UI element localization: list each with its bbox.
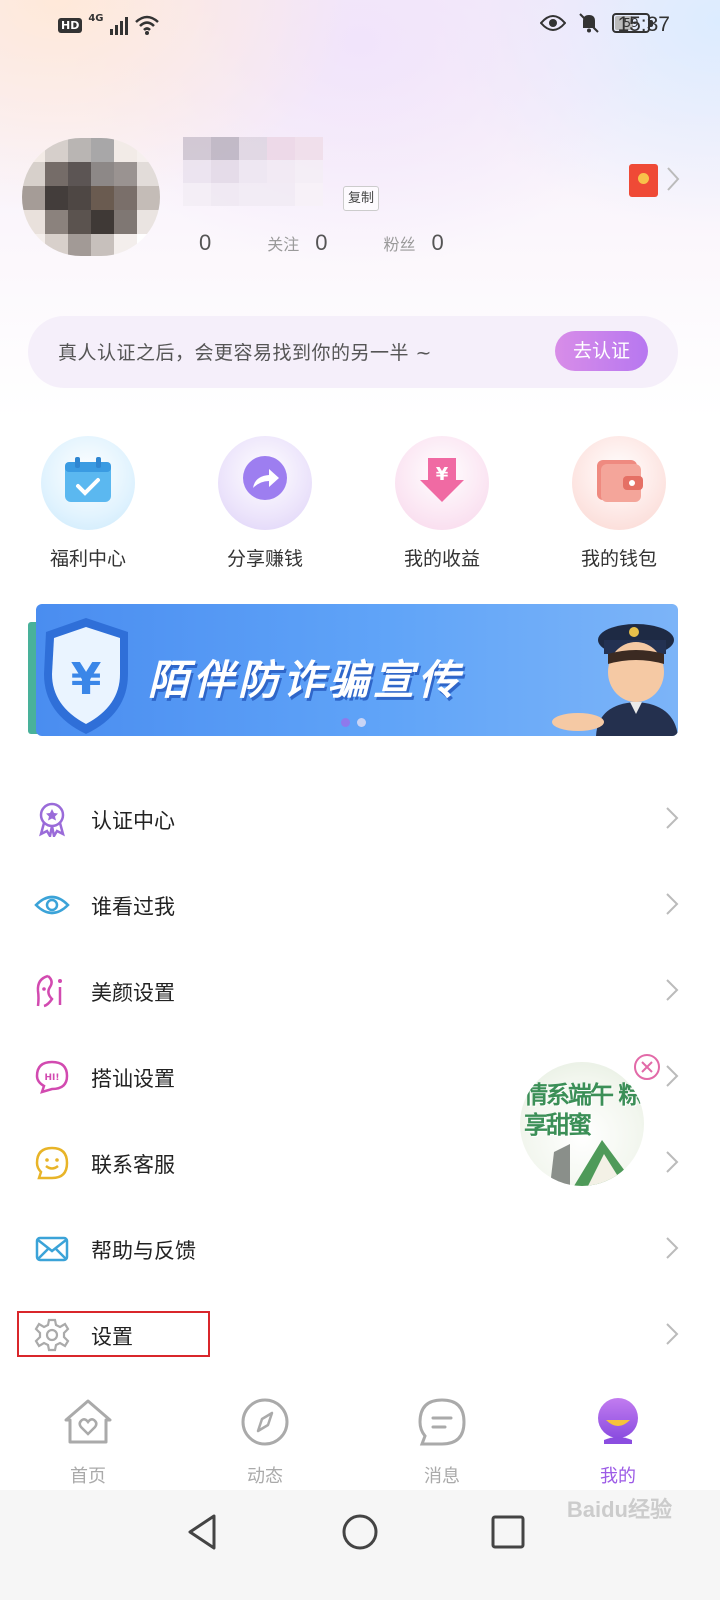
chevron-right-icon bbox=[666, 893, 679, 915]
quick-action-welfare[interactable]: 福利中心 bbox=[13, 436, 163, 571]
stat-label: 粉丝 bbox=[383, 235, 416, 254]
stat-value: 0 bbox=[199, 230, 212, 255]
mute-bell-icon bbox=[579, 13, 599, 33]
verify-text: 真人认证之后，会更容易找到你的另一半 ~ bbox=[58, 342, 432, 364]
mail-icon bbox=[35, 1236, 69, 1262]
svg-text:¥: ¥ bbox=[436, 464, 449, 485]
quick-action-wallet[interactable]: 我的钱包 bbox=[544, 436, 694, 571]
stat-label: 关注 bbox=[267, 235, 300, 254]
chevron-right-icon bbox=[666, 1323, 679, 1345]
tab-moments[interactable]: 动态 bbox=[205, 1396, 325, 1488]
wallet-icon bbox=[572, 436, 666, 530]
home-circle-icon[interactable] bbox=[338, 1510, 382, 1554]
banner-title: 陌伴防诈骗宣传 bbox=[148, 656, 463, 704]
chat-bubble-icon: HI! bbox=[35, 1060, 69, 1094]
stat-following[interactable]: 关注 0 bbox=[267, 230, 327, 256]
stat-value: 0 bbox=[431, 230, 444, 255]
profile-stats: 0 关注 0 粉丝 0 bbox=[183, 230, 500, 256]
banner-dot-active[interactable] bbox=[341, 718, 350, 727]
anti-fraud-banner[interactable]: ¥ 陌伴防诈骗宣传 bbox=[36, 604, 678, 736]
chevron-right-icon bbox=[666, 979, 679, 1001]
chevron-right-icon bbox=[666, 1237, 679, 1259]
quick-action-label: 福利中心 bbox=[49, 548, 126, 570]
tab-home[interactable]: 首页 bbox=[28, 1396, 148, 1488]
network-type: 4G bbox=[88, 12, 104, 24]
verify-button[interactable]: 去认证 bbox=[555, 331, 648, 371]
avatar[interactable] bbox=[22, 138, 160, 256]
chevron-right-icon bbox=[666, 1065, 679, 1087]
stat-value: 0 bbox=[315, 230, 328, 255]
recents-icon[interactable] bbox=[486, 1510, 530, 1554]
settings-highlight-box bbox=[17, 1311, 210, 1357]
face-icon bbox=[36, 974, 62, 1008]
calendar-check-icon bbox=[41, 436, 135, 530]
verify-banner: 真人认证之后，会更容易找到你的另一半 ~ 去认证 bbox=[28, 316, 678, 388]
police-illustration bbox=[552, 624, 678, 736]
quick-action-income[interactable]: ¥ 我的收益 bbox=[367, 436, 517, 571]
tab-label: 首页 bbox=[70, 1466, 106, 1487]
wifi-icon bbox=[134, 15, 159, 35]
tab-label: 动态 bbox=[247, 1466, 283, 1487]
eye-comfort-icon bbox=[540, 15, 566, 31]
zongzi-illustration bbox=[550, 1140, 636, 1186]
back-icon[interactable] bbox=[182, 1510, 226, 1554]
menu-item-visitors[interactable]: 谁看过我 bbox=[0, 861, 720, 947]
menu-item-beauty[interactable]: 美颜设置 bbox=[0, 947, 720, 1033]
message-icon bbox=[418, 1398, 466, 1446]
bottom-tab-bar: 首页 动态 消息 我的 bbox=[0, 1380, 720, 1490]
menu-label: 认证中心 bbox=[91, 809, 175, 833]
promo-close-button[interactable] bbox=[634, 1054, 660, 1080]
profile-icon bbox=[598, 1398, 638, 1444]
username-blurred bbox=[183, 137, 323, 206]
promo-text: 情系端午 粽享甜蜜 bbox=[524, 1080, 642, 1139]
status-bar: HD 4G 59 15:37 bbox=[0, 0, 720, 56]
watermark: Baidu经验 bbox=[566, 1497, 672, 1522]
quick-action-label: 我的收益 bbox=[403, 548, 480, 570]
eye-icon bbox=[34, 895, 70, 915]
menu-label: 联系客服 bbox=[91, 1153, 175, 1177]
chevron-right-icon[interactable] bbox=[666, 166, 680, 192]
tab-label: 我的 bbox=[600, 1466, 636, 1487]
badge-icon bbox=[39, 802, 65, 837]
menu-item-certification[interactable]: 认证中心 bbox=[0, 775, 720, 861]
menu-label: 帮助与反馈 bbox=[91, 1239, 196, 1263]
home-icon bbox=[64, 1399, 112, 1444]
quick-action-label: 分享赚钱 bbox=[226, 548, 303, 570]
quick-action-share[interactable]: 分享赚钱 bbox=[190, 436, 340, 571]
chevron-right-icon bbox=[666, 1151, 679, 1173]
menu-label: 搭讪设置 bbox=[91, 1067, 175, 1091]
chevron-right-icon bbox=[666, 807, 679, 829]
yuan-down-arrow-icon: ¥ bbox=[395, 436, 489, 530]
svg-text:HI!: HI! bbox=[45, 1073, 60, 1083]
battery-level: 59 bbox=[623, 16, 639, 30]
tab-messages[interactable]: 消息 bbox=[382, 1396, 502, 1488]
tab-label: 消息 bbox=[424, 1466, 460, 1487]
stat-fans[interactable]: 粉丝 0 bbox=[384, 230, 444, 256]
copy-id-button[interactable]: 复制 bbox=[343, 186, 380, 211]
stat-visitors[interactable]: 0 bbox=[183, 230, 211, 256]
menu-item-help-feedback[interactable]: 帮助与反馈 bbox=[0, 1205, 720, 1291]
banner-dot[interactable] bbox=[357, 718, 366, 727]
menu-label: 美颜设置 bbox=[91, 981, 175, 1005]
hd-badge: HD bbox=[58, 17, 83, 33]
compass-icon bbox=[241, 1398, 289, 1446]
tab-mine[interactable]: 我的 bbox=[558, 1396, 678, 1488]
svg-text:¥: ¥ bbox=[71, 654, 102, 705]
shield-yuan-icon: ¥ bbox=[44, 618, 128, 734]
smile-icon bbox=[35, 1146, 69, 1180]
quick-action-label: 我的钱包 bbox=[580, 548, 657, 570]
banner-pagination bbox=[341, 718, 366, 727]
menu-label: 谁看过我 bbox=[91, 895, 175, 919]
status-left: HD 4G bbox=[58, 12, 160, 36]
signal-icon bbox=[109, 15, 128, 35]
dragon-boat-promo[interactable]: 情系端午 粽享甜蜜 bbox=[520, 1062, 644, 1186]
share-arrow-icon bbox=[218, 436, 312, 530]
red-packet-icon[interactable] bbox=[629, 164, 658, 197]
close-icon bbox=[641, 1061, 653, 1073]
